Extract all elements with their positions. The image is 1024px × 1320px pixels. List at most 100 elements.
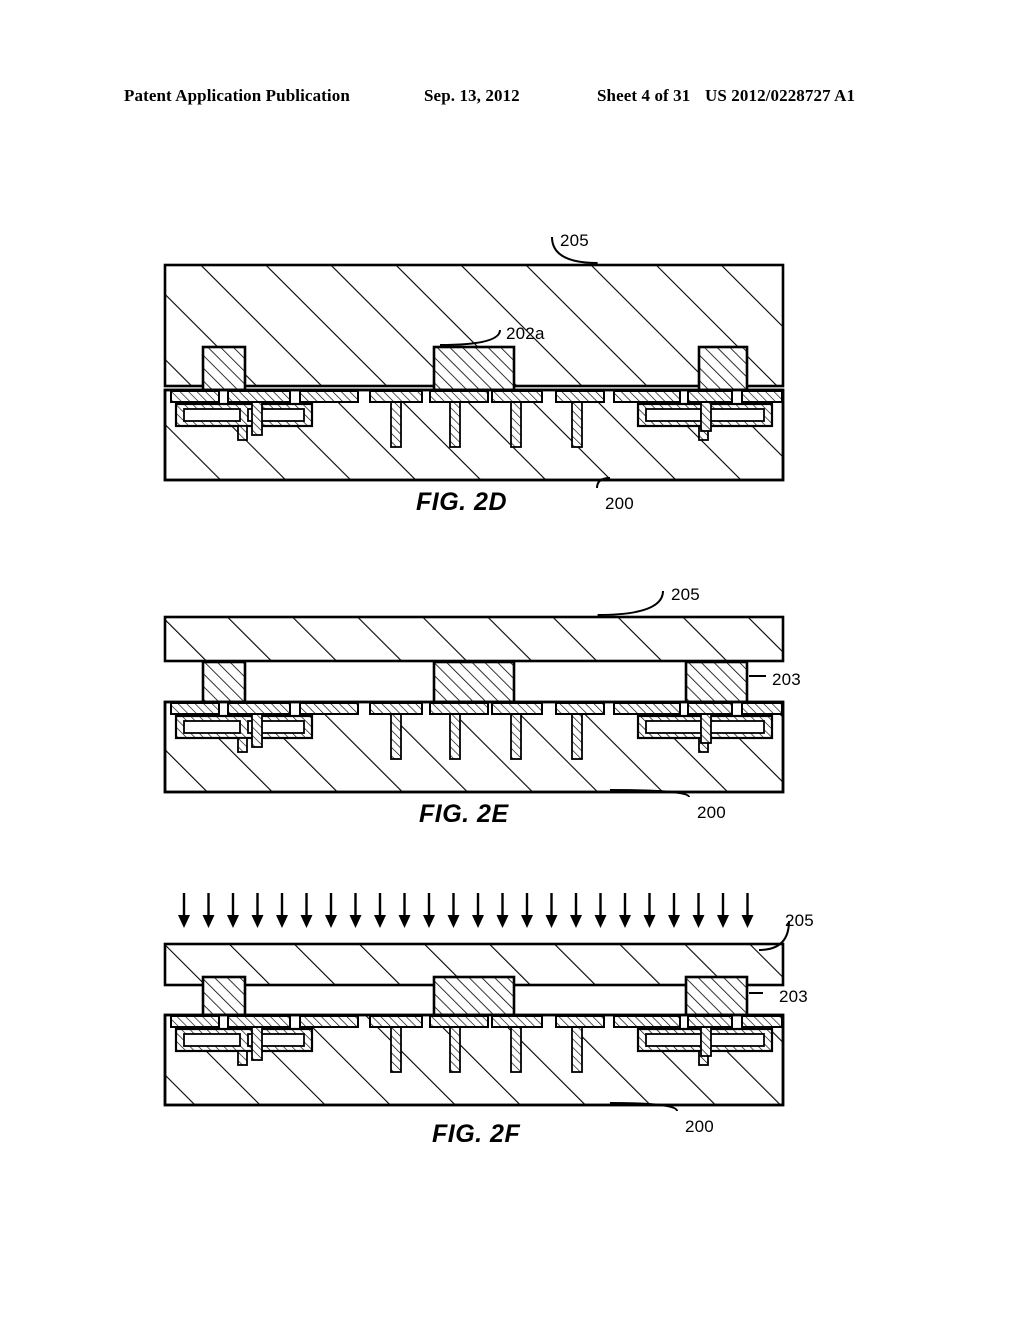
fig-2f-label-205: 205 xyxy=(785,911,814,930)
fig-2f-caption: FIG. 2F xyxy=(432,1120,521,1148)
interconnect-pad xyxy=(227,1015,291,1028)
via-stem xyxy=(571,400,583,448)
nested-via-left xyxy=(237,425,248,441)
interconnect-pad xyxy=(429,702,489,715)
interconnect-pad xyxy=(429,1015,489,1028)
via-stem xyxy=(390,400,402,448)
via-stem xyxy=(571,712,583,760)
bump xyxy=(201,660,247,704)
arrow-head xyxy=(594,915,607,928)
interconnect-pad xyxy=(227,390,291,403)
interconnect-pad xyxy=(369,702,423,715)
arrow-head xyxy=(423,915,435,928)
interconnect-pad xyxy=(299,1015,359,1028)
arrow-head xyxy=(325,915,337,928)
irradiation-arrows xyxy=(178,893,754,928)
arrow-head xyxy=(741,915,754,928)
bump xyxy=(432,975,516,1017)
fig-2f-label-bump: 203 xyxy=(779,987,808,1006)
nested-void-right-b xyxy=(708,1033,765,1047)
arrow-head xyxy=(472,915,484,928)
nested-void-right-a xyxy=(645,720,702,734)
interconnect-pad xyxy=(227,702,291,715)
fig-2f-label-200: 200 xyxy=(685,1117,714,1136)
interconnect-pad xyxy=(491,1015,543,1028)
fig-2e-label-205: 205 xyxy=(671,585,700,604)
arrow-head xyxy=(619,915,631,928)
interconnect-pad xyxy=(170,390,220,403)
interconnect-pad xyxy=(491,390,543,403)
arrow-head xyxy=(717,915,729,928)
arrow-head xyxy=(374,915,386,928)
interconnect-pad xyxy=(613,1015,681,1028)
via-stem xyxy=(510,400,522,448)
interconnect-pad xyxy=(613,390,681,403)
nested-void-right-b xyxy=(708,720,765,734)
via-stem xyxy=(390,1025,402,1073)
via-stem xyxy=(510,712,522,760)
bump xyxy=(201,345,247,392)
via-stem xyxy=(251,712,263,748)
fig-2e xyxy=(163,615,785,794)
interconnect-pad xyxy=(170,1015,220,1028)
interconnect-pad xyxy=(687,702,733,715)
fig-2d-label-bump: 202a xyxy=(506,324,545,343)
interconnect-pad xyxy=(369,390,423,403)
arrow-head xyxy=(447,915,460,928)
via-stem xyxy=(449,712,461,760)
arrow-head xyxy=(276,915,288,928)
fig-2e-label-200: 200 xyxy=(697,803,726,822)
arrow-head xyxy=(643,915,656,928)
nested-void-right-a xyxy=(645,1033,702,1047)
via-stem xyxy=(510,1025,522,1073)
top-layer-205 xyxy=(163,615,785,663)
bump xyxy=(684,975,749,1017)
via-stem xyxy=(700,1025,712,1057)
patent-sheet: Patent Application Publication Sep. 13, … xyxy=(0,0,1024,1320)
bump xyxy=(201,975,247,1017)
nested-void-left-a xyxy=(183,408,241,422)
interconnect-pad xyxy=(741,1015,783,1028)
arrow-head xyxy=(521,915,533,928)
arrow-head xyxy=(668,915,680,928)
via-stem xyxy=(251,400,263,436)
arrow-head xyxy=(227,915,239,928)
nested-void-right-a xyxy=(645,408,702,422)
fig-2d-caption: FIG. 2D xyxy=(416,488,508,516)
interconnect-pad xyxy=(170,702,220,715)
arrow-head xyxy=(251,915,264,928)
nested-via-left xyxy=(237,737,248,753)
leader-205 xyxy=(597,590,664,616)
interconnect-pad xyxy=(741,702,783,715)
via-stem xyxy=(449,400,461,448)
bump xyxy=(697,345,749,392)
arrow-head xyxy=(300,915,313,928)
fig-2f xyxy=(163,893,785,1107)
via-stem xyxy=(700,712,712,744)
interconnect-pad xyxy=(555,1015,605,1028)
nested-void-right-b xyxy=(708,408,765,422)
arrow-head xyxy=(692,915,705,928)
via-stem xyxy=(700,400,712,432)
nested-void-left-a xyxy=(183,1033,241,1047)
arrow-head xyxy=(349,915,362,928)
interconnect-pad xyxy=(687,1015,733,1028)
bump xyxy=(432,660,516,704)
interconnect-pad xyxy=(429,390,489,403)
interconnect-pad xyxy=(555,702,605,715)
interconnect-pad xyxy=(613,702,681,715)
via-stem xyxy=(390,712,402,760)
fig-2e-caption: FIG. 2E xyxy=(419,800,509,828)
interconnect-pad xyxy=(369,1015,423,1028)
arrow-head xyxy=(545,915,558,928)
interconnect-pad xyxy=(687,390,733,403)
fig-2e-label-bump: 203 xyxy=(772,670,801,689)
nested-via-left xyxy=(237,1050,248,1066)
interconnect-pad xyxy=(299,390,359,403)
via-stem xyxy=(571,1025,583,1073)
arrow-head xyxy=(496,915,509,928)
fig-2d-label-200: 200 xyxy=(605,494,634,513)
arrow-head xyxy=(202,915,215,928)
arrow-head xyxy=(398,915,411,928)
interconnect-pad xyxy=(741,390,783,403)
